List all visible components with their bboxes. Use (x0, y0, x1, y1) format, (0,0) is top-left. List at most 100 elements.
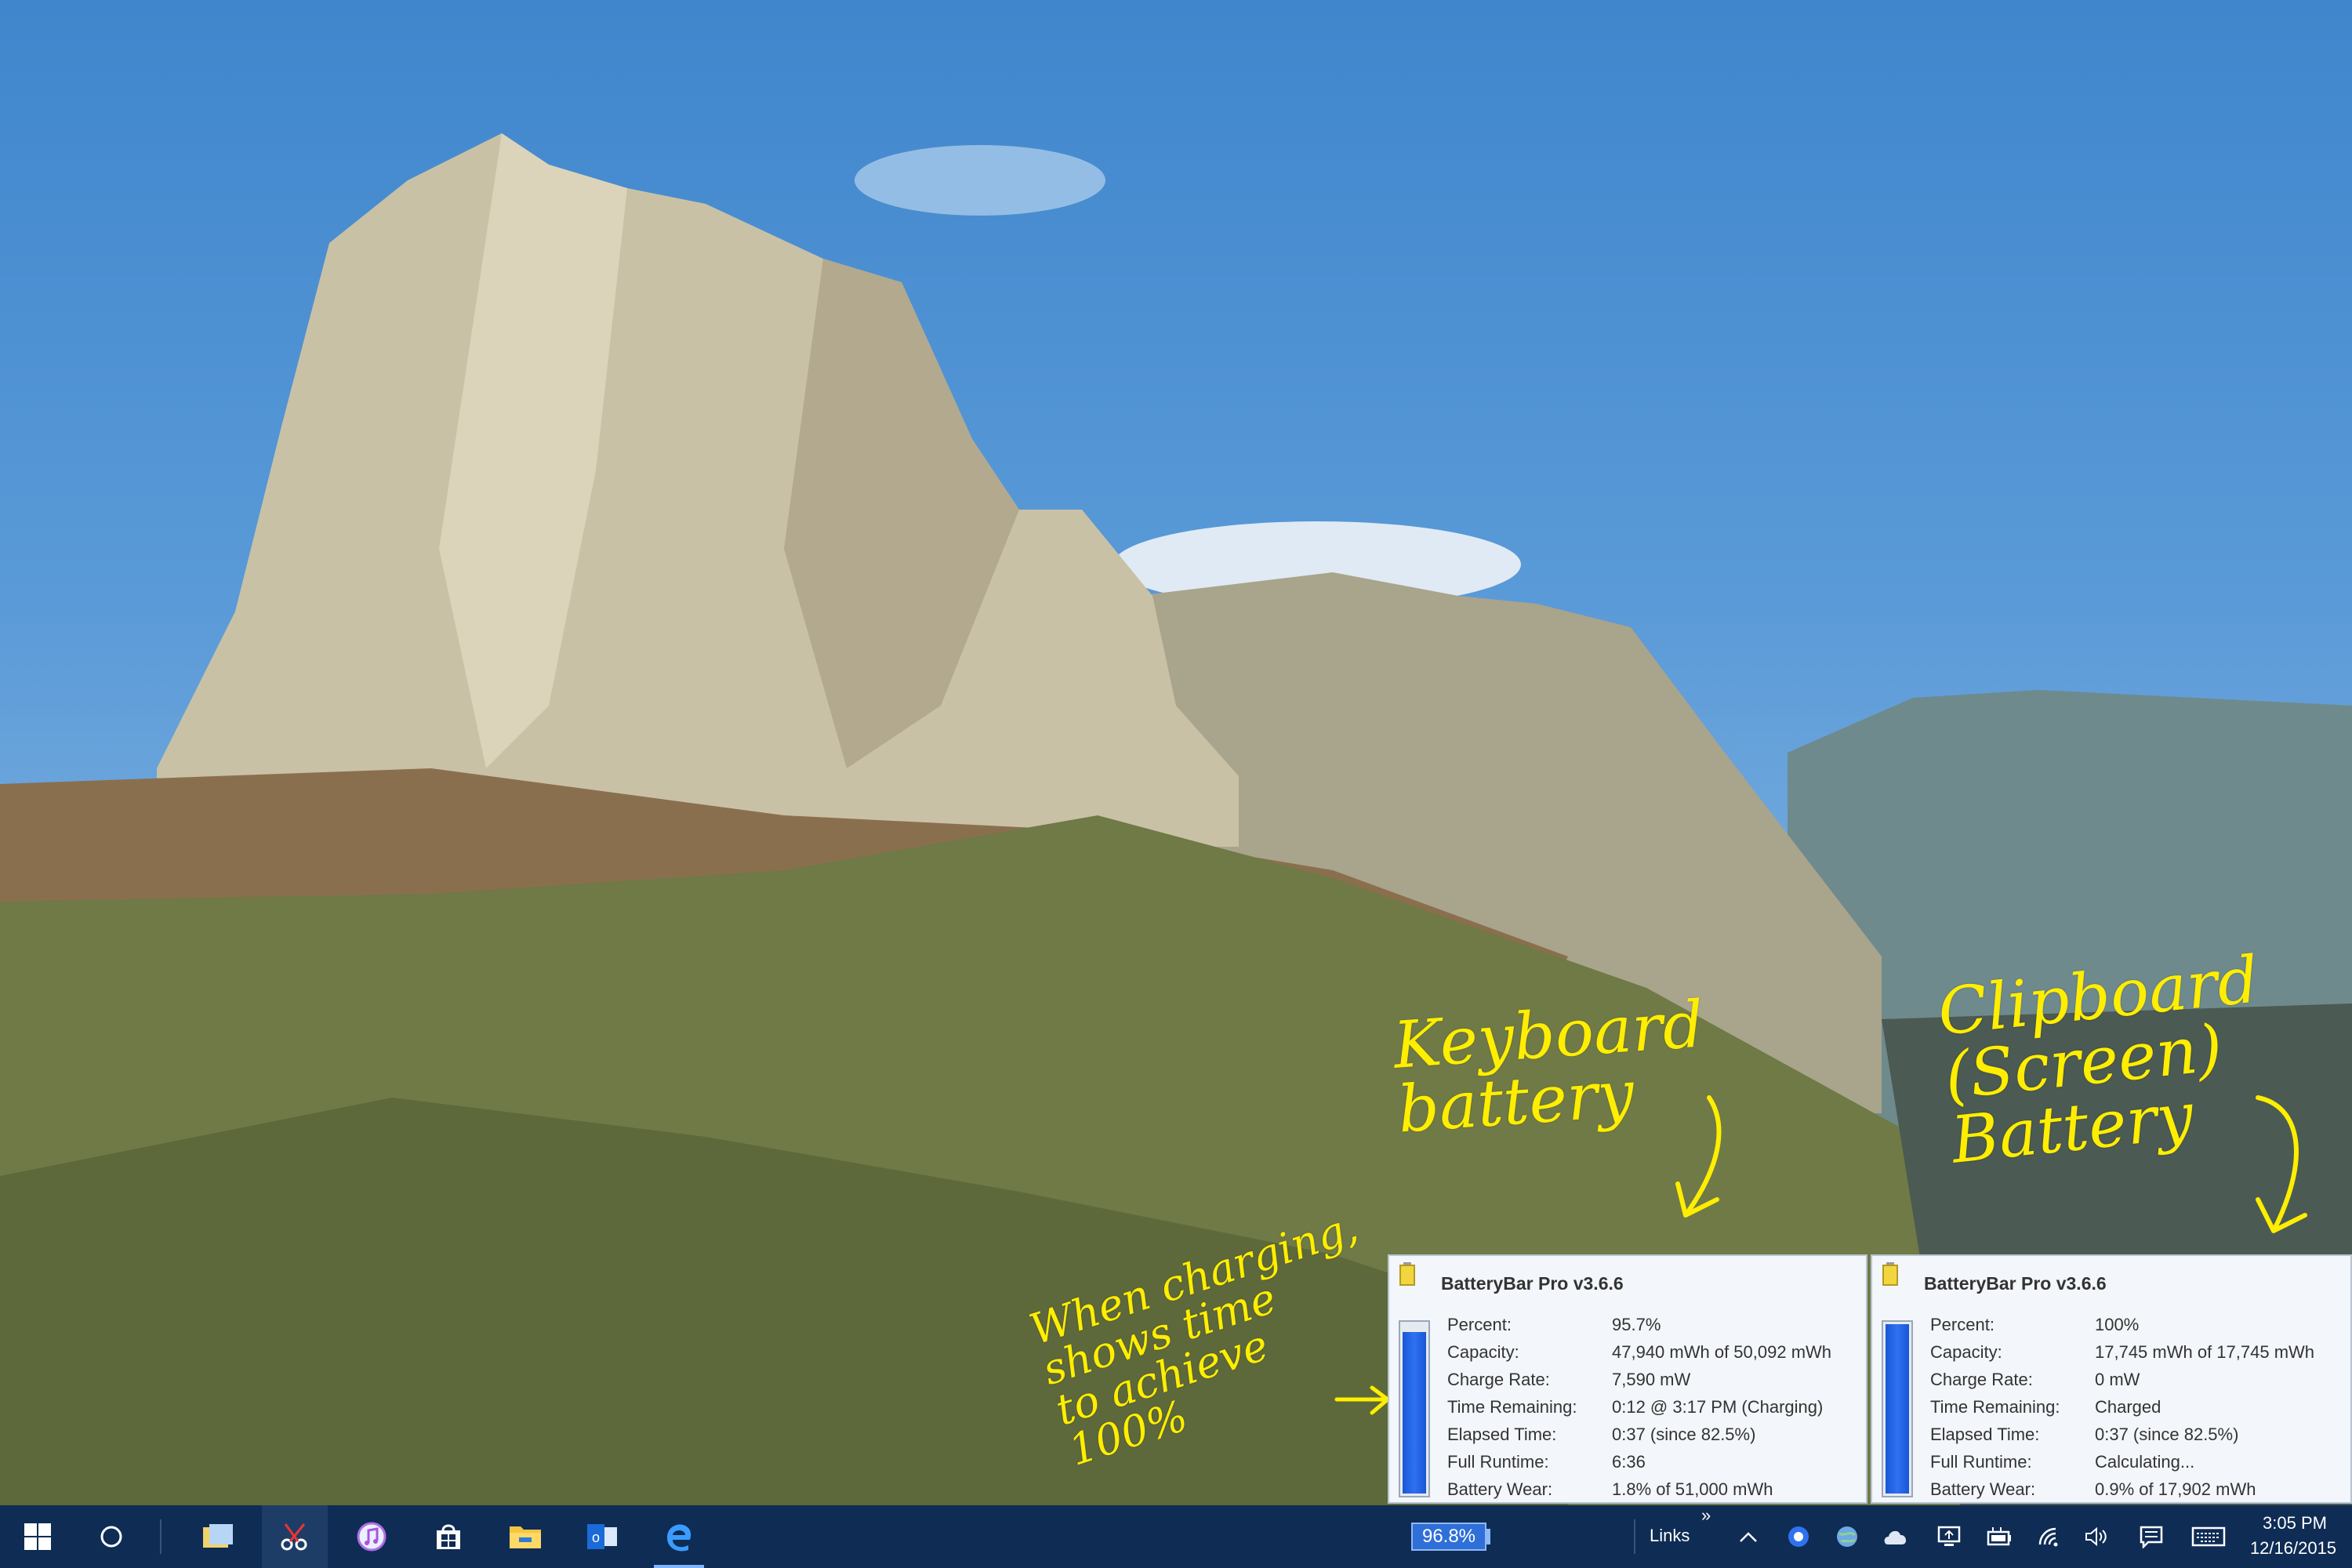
tray-action-center[interactable] (2136, 1521, 2167, 1552)
row-value: 0:37 (since 82.5%) (1612, 1425, 1756, 1444)
snipping-tool-icon (281, 1523, 307, 1551)
globe-icon (1837, 1526, 1857, 1547)
row-label: Elapsed Time: (1447, 1425, 1557, 1444)
row-label: Percent: (1930, 1315, 1994, 1334)
tray-cloud[interactable] (1880, 1521, 1911, 1552)
show-hidden-icons-button[interactable] (1733, 1521, 1764, 1552)
row-full-runtime: Full Runtime: 6:36 (1447, 1448, 1831, 1475)
row-value: 0:37 (since 82.5%) (2095, 1425, 2239, 1444)
row-value: Charged (2095, 1397, 2161, 1417)
row-value: 0 mW (2095, 1370, 2140, 1389)
tray-wifi[interactable] (2034, 1521, 2065, 1552)
taskbar-divider (160, 1519, 162, 1554)
tray-display[interactable] (1933, 1521, 1965, 1552)
folder-icon (510, 1526, 541, 1548)
row-label: Battery Wear: (1930, 1479, 2036, 1499)
row-value: 17,745 mWh of 17,745 mWh (2095, 1342, 2315, 1362)
row-label: Percent: (1447, 1315, 1512, 1334)
row-value: 95.7% (1612, 1315, 1661, 1334)
arrow-right-icon (1334, 1385, 1390, 1415)
row-elapsed-time: Elapsed Time: 0:37 (since 82.5%) (1930, 1421, 2314, 1448)
windows-start-icon (24, 1523, 51, 1550)
edge-icon (666, 1524, 691, 1552)
row-value: 100% (2095, 1315, 2140, 1334)
row-elapsed-time: Elapsed Time: 0:37 (since 82.5%) (1447, 1421, 1831, 1448)
taskbar-app-file-explorer[interactable] (492, 1505, 558, 1568)
battery-level-gauge (1882, 1320, 1913, 1497)
chevron-up-icon (1740, 1532, 1757, 1542)
arrow-down-icon (2256, 1095, 2307, 1233)
svg-text:o: o (592, 1530, 600, 1545)
taskbar-app-snipping-tool[interactable] (262, 1505, 328, 1568)
row-label: Capacity: (1930, 1342, 2002, 1362)
display-icon (1937, 1526, 1961, 1546)
row-label: Time Remaining: (1447, 1397, 1577, 1417)
row-battery-wear: Battery Wear: 0.9% of 17,902 mWh (1930, 1475, 2314, 1503)
row-value: 0.9% of 17,902 mWh (2095, 1479, 2256, 1499)
file-explorer-notes-icon (203, 1524, 233, 1548)
row-value: 6:36 (1612, 1452, 1646, 1472)
row-percent: Percent: 95.7% (1447, 1311, 1831, 1338)
tray-volume[interactable] (2081, 1521, 2112, 1552)
batterybar-logo-icon (1882, 1262, 1898, 1286)
battery-power-icon (1987, 1527, 2011, 1546)
row-charge-rate: Charge Rate: 0 mW (1930, 1366, 2314, 1393)
popup-title: BatteryBar Pro v3.6.6 (1924, 1273, 2107, 1294)
annotation-clipboard-battery: Clipboard (Screen) Battery (1934, 942, 2263, 1178)
batterybar-taskbar-meter[interactable]: 96.8% (1411, 1523, 1486, 1551)
row-label: Elapsed Time: (1930, 1425, 2040, 1444)
row-time-remaining: Time Remaining: 0:12 @ 3:17 PM (Charging) (1447, 1393, 1831, 1421)
taskbar-app-outlook[interactable]: o (569, 1505, 635, 1568)
clock-date: 12/16/2015 (2249, 1538, 2337, 1558)
row-value: 0:12 @ 3:17 PM (Charging) (1612, 1397, 1824, 1417)
volume-icon (2085, 1526, 2107, 1547)
arrow-down-icon (1675, 1095, 1722, 1218)
row-label: Charge Rate: (1930, 1370, 2033, 1389)
row-battery-wear: Battery Wear: 1.8% of 51,000 mWh (1447, 1475, 1831, 1503)
battery-terminal (1486, 1529, 1490, 1544)
row-label: Full Runtime: (1930, 1452, 2032, 1472)
row-value: 7,590 mW (1612, 1370, 1691, 1389)
row-charge-rate: Charge Rate: 7,590 mW (1447, 1366, 1831, 1393)
links-toolbar-label[interactable]: Links (1650, 1526, 1690, 1546)
store-icon (437, 1524, 460, 1549)
row-capacity: Capacity: 47,940 mWh of 50,092 mWh (1447, 1338, 1831, 1366)
tray-webcam[interactable] (1783, 1521, 1814, 1552)
row-label: Capacity: (1447, 1342, 1519, 1362)
battery-level-fill (1403, 1331, 1426, 1494)
cortana-button[interactable] (78, 1505, 144, 1568)
webcam-icon (1788, 1526, 1809, 1547)
toolbar-divider (1634, 1519, 1635, 1554)
wifi-icon (2038, 1527, 2058, 1547)
row-label: Charge Rate: (1447, 1370, 1550, 1389)
row-label: Time Remaining: (1930, 1397, 2060, 1417)
start-button[interactable] (0, 1505, 75, 1568)
row-value: 47,940 mWh of 50,092 mWh (1612, 1342, 1832, 1362)
battery-level-gauge (1399, 1320, 1430, 1497)
row-label: Battery Wear: (1447, 1479, 1553, 1499)
row-time-remaining: Time Remaining: Charged (1930, 1393, 2314, 1421)
keyboard-icon (2191, 1526, 2226, 1547)
row-label: Full Runtime: (1447, 1452, 1549, 1472)
row-value: 1.8% of 51,000 mWh (1612, 1479, 1773, 1499)
outlook-icon: o (587, 1524, 617, 1549)
battery-level-fill (1886, 1324, 1909, 1494)
tray-touch-keyboard[interactable] (2189, 1521, 2228, 1552)
taskbar-app-store[interactable] (416, 1505, 481, 1568)
taskbar-app-edge[interactable] (646, 1505, 712, 1568)
links-toolbar-chevron[interactable]: » (1701, 1505, 1711, 1526)
tray-globe[interactable] (1831, 1521, 1863, 1552)
cloud-icon (1884, 1530, 1907, 1544)
row-full-runtime: Full Runtime: Calculating... (1930, 1448, 2314, 1475)
batterybar-logo-icon (1399, 1262, 1415, 1286)
popup-title: BatteryBar Pro v3.6.6 (1441, 1273, 1624, 1294)
tray-power[interactable] (1984, 1521, 2015, 1552)
row-capacity: Capacity: 17,745 mWh of 17,745 mWh (1930, 1338, 2314, 1366)
taskbar-app-notes[interactable] (185, 1505, 251, 1568)
batterybar-popup-keyboard: BatteryBar Pro v3.6.6 Percent: 95.7% Capa… (1388, 1254, 1867, 1504)
taskbar-app-itunes[interactable] (339, 1505, 405, 1568)
taskbar: o 96.8% Links » 3:05 PM 12/16/2015 (0, 1505, 2352, 1568)
itunes-icon (357, 1522, 387, 1552)
clock-time: 3:05 PM (2263, 1513, 2327, 1533)
action-center-icon (2140, 1526, 2163, 1548)
